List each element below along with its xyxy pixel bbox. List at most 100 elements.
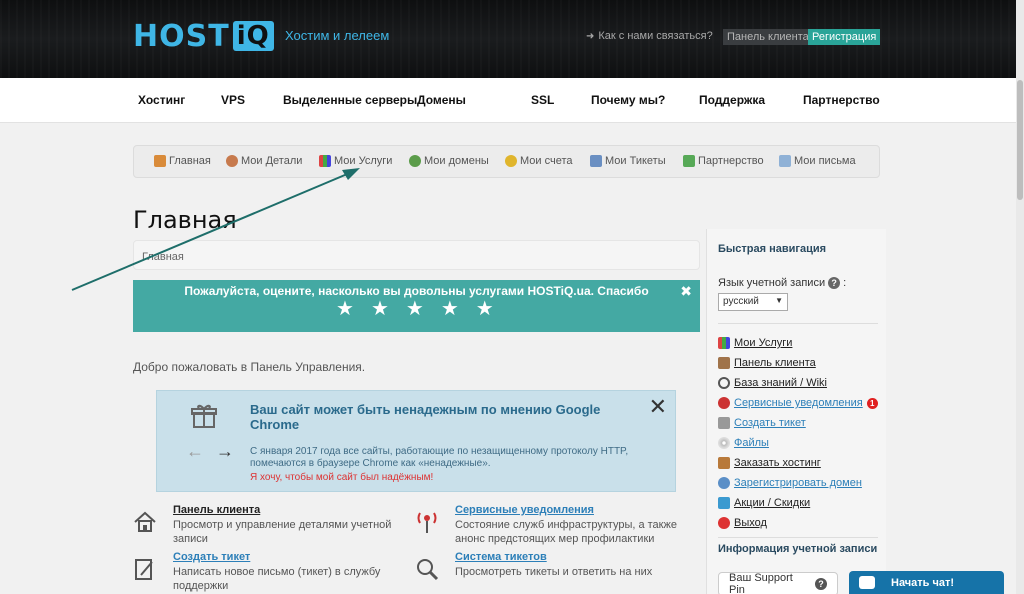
- client-subnav: Главная Мои Детали Мои Услуги Мои домены…: [133, 145, 880, 178]
- handshake-icon: [683, 155, 695, 167]
- envelope-icon: [779, 155, 791, 167]
- nav-item-why-us[interactable]: Почему мы?: [591, 93, 665, 107]
- sidebar-link-create-ticket[interactable]: Создать тикет: [718, 417, 806, 429]
- subnav-item-label: Мои Тикеты: [605, 155, 666, 167]
- sidebar-link-label: Акции / Скидки: [734, 497, 811, 509]
- tile-link[interactable]: Система тикетов: [455, 551, 547, 563]
- language-select[interactable]: русский ▼: [718, 293, 788, 311]
- sidebar-link-promotions[interactable]: Акции / Скидки: [718, 497, 810, 509]
- sidebar-link-order-hosting[interactable]: Заказать хостинг: [718, 457, 821, 469]
- subnav-item-label: Мои Услуги: [334, 155, 393, 167]
- sidebar-link-my-services[interactable]: Мои Услуги: [718, 337, 792, 349]
- sidebar-link-label: Сервисные уведомления: [734, 397, 863, 409]
- contact-label: Как с нами связаться?: [598, 30, 713, 42]
- subnav-item-label: Мои письма: [794, 155, 856, 167]
- tile-description: Просмотр и управление деталями учетной з…: [173, 519, 392, 545]
- arrow-right-icon: ➜: [586, 30, 595, 42]
- user-icon: [226, 155, 238, 167]
- nav-item-ssl[interactable]: SSL: [531, 93, 554, 107]
- subnav-item-emails[interactable]: Мои письма: [779, 155, 856, 167]
- tile-link[interactable]: Сервисные уведомления: [455, 504, 594, 516]
- chart-icon: [718, 337, 730, 349]
- support-pin-box[interactable]: Ваш Support Pin ?: [718, 572, 838, 594]
- contact-link[interactable]: ➜ Как с нами связаться?: [586, 30, 713, 42]
- globe-icon: [718, 477, 730, 489]
- scrollbar-thumb[interactable]: [1017, 80, 1023, 200]
- rating-stars: ★ ★ ★ ★ ★: [336, 297, 494, 321]
- slogan: Хостим и лелеем: [285, 28, 390, 43]
- notification-badge: 1: [866, 397, 878, 409]
- subnav-item-details[interactable]: Мои Детали: [226, 155, 302, 167]
- subnav-item-invoices[interactable]: Мои счета: [505, 155, 573, 167]
- nav-item-support[interactable]: Поддержка: [699, 93, 765, 107]
- star-icon[interactable]: ★: [371, 297, 389, 321]
- breadcrumb: Главная: [133, 240, 700, 270]
- coins-icon: [505, 155, 517, 167]
- tile-link[interactable]: Панель клиента: [173, 504, 260, 516]
- support-pin-label: Ваш Support Pin: [729, 572, 793, 594]
- language-label-text: Язык учетной записи: [718, 277, 826, 289]
- nav-item-vps[interactable]: VPS: [221, 93, 245, 107]
- nav-item-partnership[interactable]: Партнерство: [803, 93, 880, 107]
- tile-ticket-system: Система тикетов Просмотреть тикеты и отв…: [415, 551, 685, 591]
- sidebar-link-label: Файлы: [734, 437, 769, 449]
- chart-icon: [319, 155, 331, 167]
- sidebar-link-service-notices[interactable]: Сервисные уведомления 1: [718, 397, 878, 409]
- disc-icon: [718, 437, 730, 449]
- secure-site-link[interactable]: Я хочу, чтобы мой сайт был надёжным!: [250, 472, 433, 483]
- help-icon[interactable]: ?: [828, 277, 841, 289]
- client-panel-button[interactable]: Панель клиента: [723, 29, 813, 45]
- star-icon[interactable]: ★: [336, 297, 354, 321]
- star-icon[interactable]: ★: [476, 297, 494, 321]
- star-icon[interactable]: ★: [441, 297, 459, 321]
- close-icon[interactable]: ✕: [649, 394, 667, 420]
- language-label: Язык учетной записи ? :: [718, 277, 846, 289]
- welcome-text: Добро пожаловать в Панель Управления.: [133, 360, 366, 374]
- quick-nav-heading: Быстрая навигация: [718, 243, 827, 255]
- subnav-item-tickets[interactable]: Мои Тикеты: [590, 155, 666, 167]
- subnav-item-partnership[interactable]: Партнерство: [683, 155, 764, 167]
- ticket-icon: [590, 155, 602, 167]
- subnav-item-home[interactable]: Главная: [154, 155, 211, 167]
- sidebar-link-label: Панель клиента: [734, 357, 816, 369]
- language-select-value: русский: [723, 296, 759, 307]
- chrome-warning-panel: ← → Ваш сайт может быть ненадежным по мн…: [156, 390, 676, 492]
- nav-item-hosting[interactable]: Хостинг: [138, 93, 185, 107]
- start-chat-button[interactable]: Начать чат!: [849, 571, 1004, 594]
- tile-link[interactable]: Создать тикет: [173, 551, 250, 563]
- warning-body: С января 2017 года все сайты, работающие…: [250, 446, 629, 469]
- close-icon[interactable]: ✖: [680, 283, 692, 300]
- home-icon: [154, 155, 166, 167]
- sidebar-link-logout[interactable]: Выход: [718, 517, 767, 529]
- sidebar-link-register-domain[interactable]: Зарегистрировать домен: [718, 477, 862, 489]
- logo-host-text: HOST: [133, 18, 230, 54]
- gift-icon: [718, 497, 730, 509]
- help-icon[interactable]: ?: [815, 578, 827, 590]
- arrow-left-icon[interactable]: ←: [186, 441, 204, 462]
- sidebar-link-knowledge-base[interactable]: База знаний / Wiki: [718, 377, 827, 389]
- sidebar-link-client-panel[interactable]: Панель клиента: [718, 357, 816, 369]
- page-scrollbar[interactable]: [1016, 0, 1024, 594]
- subnav-item-label: Мои счета: [520, 155, 573, 167]
- register-button[interactable]: Регистрация: [808, 29, 881, 45]
- breadcrumb-current: Главная: [142, 251, 184, 263]
- subnav-item-services[interactable]: Мои Услуги: [319, 155, 392, 167]
- sidebar-link-files[interactable]: Файлы: [718, 437, 769, 449]
- rating-banner: Пожалуйста, оцените, насколько вы доволь…: [133, 280, 700, 332]
- star-icon[interactable]: ★: [406, 297, 424, 321]
- nav-item-domains[interactable]: Домены: [417, 93, 466, 107]
- tile-description: Состояние служб инфраструктуры, а также …: [455, 519, 677, 545]
- chat-label: Начать чат!: [891, 576, 955, 589]
- gift-icon: [191, 404, 217, 428]
- subnav-item-label: Партнерство: [698, 155, 764, 167]
- logo[interactable]: HOST iQ: [133, 18, 274, 54]
- subnav-item-domains[interactable]: Мои домены: [409, 155, 489, 167]
- globe-icon: [409, 155, 421, 167]
- nav-item-dedicated[interactable]: Выделенные серверы: [283, 93, 417, 107]
- logo-iq-text: iQ: [232, 21, 274, 51]
- arrow-right-icon[interactable]: →: [216, 441, 234, 462]
- chevron-down-icon: ▼: [775, 296, 783, 305]
- antenna-icon: [417, 512, 437, 533]
- warning-title: Ваш сайт может быть ненадежным по мнению…: [250, 402, 601, 432]
- sidebar: Быстрая навигация Язык учетной записи ? …: [706, 229, 886, 594]
